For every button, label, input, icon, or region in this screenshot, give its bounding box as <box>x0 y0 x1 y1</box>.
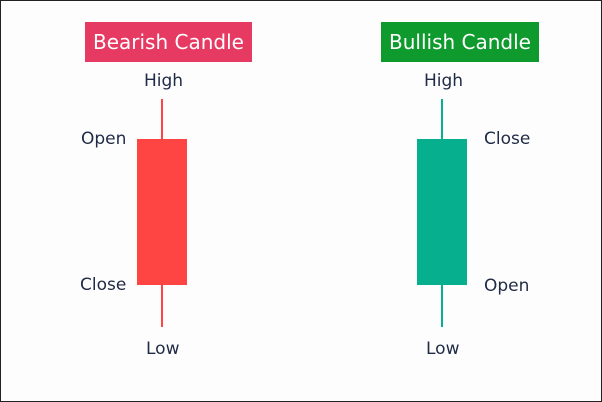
bearish-candle-body <box>137 139 187 285</box>
bearish-lower-wick <box>161 285 163 327</box>
bullish-close-label: Close <box>484 129 531 149</box>
bullish-low-label: Low <box>426 339 460 359</box>
bearish-close-label: Close <box>80 275 127 295</box>
bullish-high-label: High <box>424 71 464 91</box>
bearish-open-label: Open <box>81 129 127 149</box>
bullish-candle-body <box>417 139 467 285</box>
candlestick-diagram: Bearish Candle High Open Close Low Bulli… <box>0 0 602 402</box>
bearish-candle-title: Bearish Candle <box>85 22 252 62</box>
bearish-high-label: High <box>144 71 184 91</box>
bullish-lower-wick <box>441 285 443 327</box>
bullish-upper-wick <box>441 99 443 139</box>
bearish-low-label: Low <box>146 339 180 359</box>
bullish-open-label: Open <box>484 276 530 296</box>
bullish-candle-title: Bullish Candle <box>381 22 539 62</box>
bearish-upper-wick <box>161 99 163 139</box>
